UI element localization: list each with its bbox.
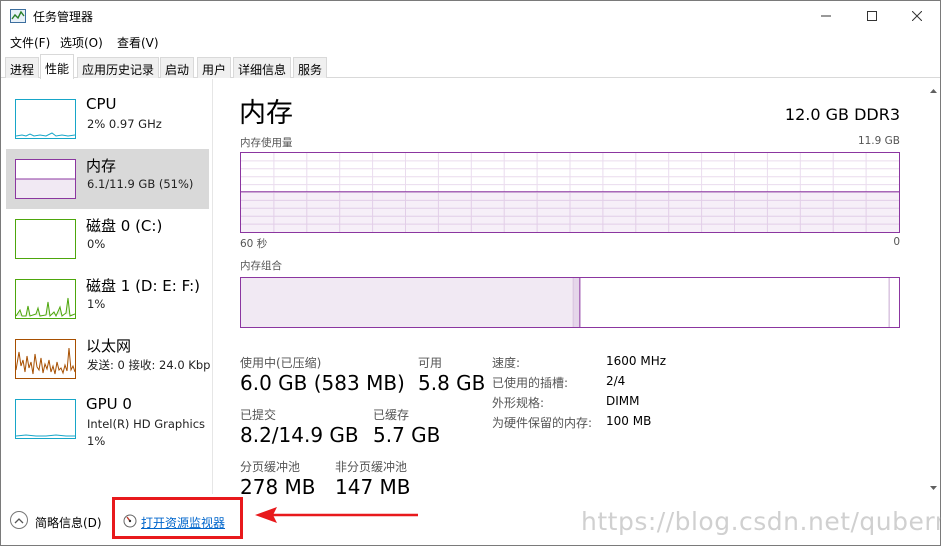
committed-label: 已提交 — [240, 408, 277, 422]
menu-file[interactable]: 文件(F) — [8, 34, 52, 51]
memory-usage-area — [241, 191, 899, 232]
speed-value: 1600 MHz — [606, 354, 667, 368]
watermark: https://blog.csdn.net/qubernet — [581, 507, 941, 536]
cached-value: 5.7 GB — [373, 423, 441, 447]
sidebar-item-disk-1[interactable]: 磁盘 1 (D: E: F:) 1% — [6, 269, 209, 329]
title-bar[interactable]: 任务管理器 — [1, 1, 940, 31]
cached-label: 已缓存 — [373, 408, 410, 422]
form-factor-value: DIMM — [606, 394, 640, 408]
menu-view[interactable]: 查看(V) — [115, 34, 161, 51]
scroll-down-arrow-icon — [930, 486, 937, 490]
sidebar-item-gpu-0[interactable]: GPU 0 Intel(R) HD Graphics 4 1% — [6, 389, 209, 455]
sidebar-item-detail-2: 1% — [87, 434, 106, 448]
cpu-thumbnail-graph — [15, 99, 76, 139]
available-value: 5.8 GB — [418, 371, 486, 395]
close-icon — [912, 11, 922, 21]
task-manager-window: 任务管理器 文件(F) 选项(O) 查看(V) 进程 性能 应用历史记录 启动 … — [0, 0, 941, 546]
ethernet-thumbnail-graph — [15, 339, 76, 379]
tab-app-history[interactable]: 应用历史记录 — [77, 57, 160, 78]
tab-strip: 进程 性能 应用历史记录 启动 用户 详细信息 服务 — [1, 54, 940, 79]
sidebar-item-label: 以太网 — [86, 337, 132, 355]
sidebar-item-detail: 0% — [87, 237, 106, 251]
sidebar-item-detail: 1% — [87, 297, 106, 311]
tab-services[interactable]: 服务 — [293, 57, 328, 78]
memory-composition-chart — [241, 278, 890, 327]
committed-value: 8.2/14.9 GB — [240, 423, 359, 447]
memory-thumbnail-graph — [15, 159, 76, 199]
form-factor-label: 外形规格: — [492, 396, 545, 410]
memory-composition-bar — [240, 277, 900, 328]
in-use-label: 使用中(已压缩) — [240, 356, 322, 370]
menu-options[interactable]: 选项(O) — [58, 34, 105, 51]
disk-1-thumbnail-graph — [15, 279, 76, 319]
available-label: 可用 — [418, 356, 443, 370]
page-title: 内存 — [239, 98, 293, 129]
minimize-icon — [821, 15, 831, 17]
paged-pool-value: 278 MB — [240, 475, 316, 499]
speed-label: 速度: — [492, 356, 521, 370]
sidebar-item-detail: 发送: 0 接收: 24.0 Kbp — [87, 358, 211, 372]
sidebar-item-label: 磁盘 0 (C:) — [86, 217, 163, 235]
composition-in-use-segment — [241, 278, 574, 327]
chevron-up-icon — [14, 517, 24, 523]
resource-sidebar: CPU 2% 0.97 GHz 内存 6.1/11.9 GB (51%) 磁盘 … — [1, 79, 213, 494]
tab-processes[interactable]: 进程 — [5, 57, 40, 78]
sidebar-item-cpu[interactable]: CPU 2% 0.97 GHz — [6, 89, 209, 149]
sidebar-item-label: 内存 — [86, 157, 117, 175]
sidebar-item-detail: 6.1/11.9 GB (51%) — [87, 177, 194, 191]
sidebar-item-memory[interactable]: 内存 6.1/11.9 GB (51%) — [6, 149, 209, 209]
fewer-details-link[interactable]: 简略信息(D) — [35, 514, 102, 531]
sidebar-item-ethernet[interactable]: 以太网 发送: 0 接收: 24.0 Kbp — [6, 329, 211, 389]
paged-pool-label: 分页缓冲池 — [240, 460, 301, 474]
time-axis-start: 60 秒 — [240, 238, 268, 250]
vertical-scrollbar[interactable] — [927, 79, 940, 497]
task-manager-app-icon — [10, 9, 26, 23]
disk-0-thumbnail-graph — [15, 219, 76, 259]
memory-detail-panel: 内存 12.0 GB DDR3 内存使用量 11.9 GB 60 秒 0 内存组… — [223, 79, 926, 499]
tab-users[interactable]: 用户 — [197, 57, 232, 78]
window-title: 任务管理器 — [33, 10, 94, 24]
memory-usage-max: 11.9 GB — [857, 135, 900, 147]
slots-value: 2/4 — [606, 374, 626, 388]
sidebar-item-detail: 2% 0.97 GHz — [87, 117, 162, 131]
tab-details[interactable]: 详细信息 — [233, 57, 292, 78]
memory-usage-graph — [240, 152, 900, 233]
time-axis-end: 0 — [893, 236, 900, 248]
close-button[interactable] — [894, 1, 940, 31]
tab-startup[interactable]: 启动 — [160, 57, 195, 78]
hw-reserved-value: 100 MB — [606, 414, 652, 428]
composition-modified-segment — [573, 278, 580, 327]
sidebar-item-label: 磁盘 1 (D: E: F:) — [86, 277, 200, 295]
hw-reserved-label: 为硬件保留的内存: — [492, 416, 593, 430]
nonpaged-pool-value: 147 MB — [335, 475, 411, 499]
menu-bar: 文件(F) 选项(O) 查看(V) — [1, 32, 940, 52]
sidebar-item-label: GPU 0 — [86, 395, 132, 413]
sidebar-item-detail: Intel(R) HD Graphics 4 — [87, 417, 209, 431]
collapse-button[interactable] — [10, 511, 28, 529]
sidebar-item-label: CPU — [86, 95, 117, 113]
minimize-button[interactable] — [803, 1, 849, 31]
scroll-up-arrow-icon — [930, 89, 937, 93]
memory-composition-label: 内存组合 — [240, 260, 282, 272]
open-resource-monitor-link[interactable]: 打开资源监视器 — [141, 514, 225, 531]
resource-monitor-icon[interactable] — [123, 514, 137, 528]
memory-usage-chart — [241, 153, 899, 232]
memory-usage-label: 内存使用量 — [240, 137, 293, 149]
memory-spec: 12.0 GB DDR3 — [784, 105, 900, 124]
maximize-button[interactable] — [849, 1, 895, 31]
tab-performance[interactable]: 性能 — [40, 54, 75, 79]
sidebar-item-disk-0[interactable]: 磁盘 0 (C:) 0% — [6, 209, 209, 269]
maximize-icon — [867, 11, 877, 21]
gpu-thumbnail-graph — [15, 399, 76, 439]
in-use-value: 6.0 GB (583 MB) — [240, 371, 405, 395]
annotation-arrow-icon — [255, 507, 418, 523]
nonpaged-pool-label: 非分页缓冲池 — [335, 460, 408, 474]
slots-label: 已使用的插槽: — [492, 376, 569, 390]
